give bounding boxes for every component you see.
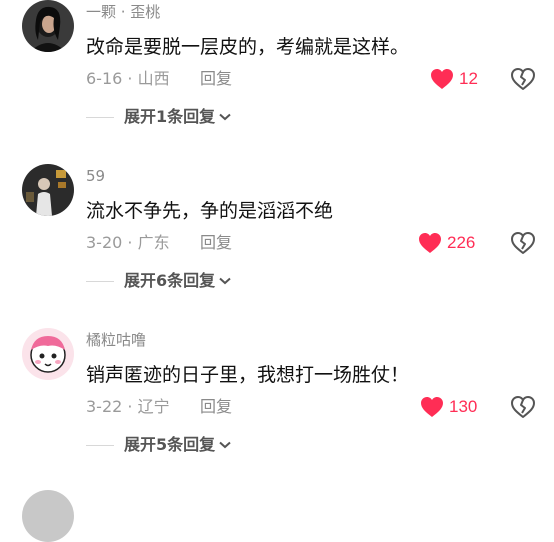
like-button[interactable]: 130 [420, 394, 477, 420]
comment-username[interactable]: 一颗 · 歪桃 [86, 2, 160, 22]
avatar-photo-icon [22, 164, 74, 216]
reply-button[interactable]: 回复 [200, 232, 232, 254]
comment-date-location: 3-22 · 辽宁 [86, 397, 170, 416]
comment-username[interactable]: 橘粒咕噜 [86, 330, 146, 350]
like-count: 130 [449, 397, 478, 416]
reply-button[interactable]: 回复 [200, 68, 232, 90]
comment-text: 流水不争先，争的是滔滔不绝 [86, 200, 334, 222]
like-count: 226 [447, 233, 476, 252]
reply-button[interactable]: 回复 [200, 396, 232, 418]
dislike-button[interactable] [510, 231, 536, 255]
chevron-down-icon [219, 441, 231, 449]
divider-line [86, 444, 114, 446]
comment-item: 一颗 · 歪桃 改命是要脱一层皮的，考编就是这样。 6-16 · 山西 回复 1… [0, 0, 554, 165]
avatar[interactable] [22, 328, 74, 380]
divider-line [86, 116, 114, 118]
broken-heart-icon [511, 232, 535, 254]
avatar[interactable] [22, 490, 74, 542]
expand-replies-label: 展开1条回复 [124, 107, 216, 126]
heart-filled-icon [419, 233, 441, 253]
comment-text: 改命是要脱一层皮的，考编就是这样。 [86, 36, 410, 58]
comment-date-location: 6-16 · 山西 [86, 69, 170, 88]
broken-heart-icon [511, 68, 535, 90]
comment-username[interactable]: 59 [86, 166, 105, 186]
comment-item: 橘粒咕噜 销声匿迹的日子里，我想打一场胜仗！ 3-22 · 辽宁 回复 130 … [0, 328, 554, 493]
like-count: 12 [459, 69, 478, 88]
dislike-button[interactable] [510, 67, 536, 91]
comment-text: 销声匿迹的日子里，我想打一场胜仗！ [86, 364, 410, 386]
avatar-photo-icon [22, 0, 74, 52]
like-button[interactable]: 226 [418, 230, 475, 256]
divider-line [86, 280, 114, 282]
heart-filled-icon [421, 397, 443, 417]
dislike-button[interactable] [510, 395, 536, 419]
expand-replies-button[interactable]: 展开5条回复 [86, 434, 231, 456]
avatar[interactable] [22, 0, 74, 52]
avatar[interactable] [22, 164, 74, 216]
expand-replies-label: 展开5条回复 [124, 435, 216, 454]
expand-replies-button[interactable]: 展开6条回复 [86, 270, 231, 292]
heart-filled-icon [431, 69, 453, 89]
expand-replies-button[interactable]: 展开1条回复 [86, 106, 231, 128]
like-button[interactable]: 12 [430, 66, 478, 92]
chevron-down-icon [219, 277, 231, 285]
comment-date-location: 3-20 · 广东 [86, 233, 170, 252]
broken-heart-icon [511, 396, 535, 418]
expand-replies-label: 展开6条回复 [124, 271, 216, 290]
avatar-cartoon-icon [22, 328, 74, 380]
chevron-down-icon [219, 113, 231, 121]
comment-item: 59 流水不争先，争的是滔滔不绝 3-20 · 广东 回复 226 展开6条回复 [0, 164, 554, 329]
